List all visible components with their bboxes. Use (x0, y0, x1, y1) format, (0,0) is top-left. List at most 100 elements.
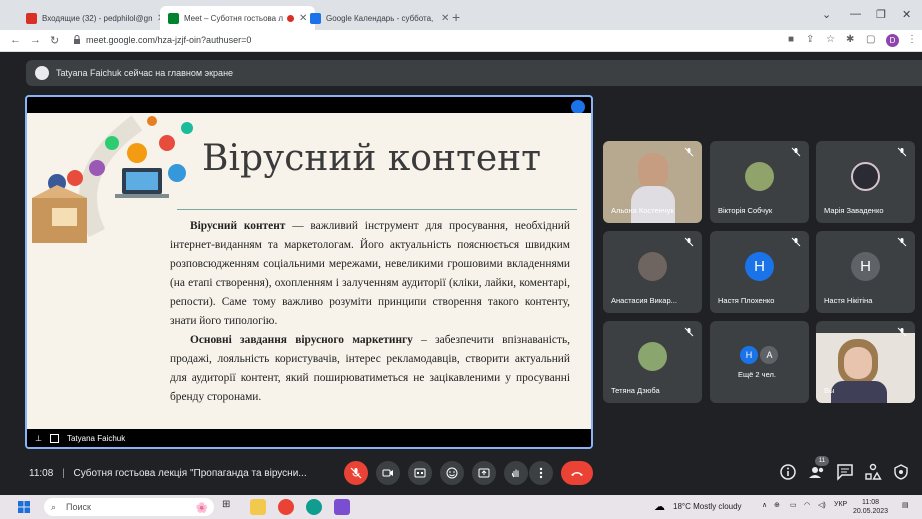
participant-group-tile[interactable]: Н А Ещё 2 чел. (710, 321, 809, 403)
file-explorer-icon[interactable] (250, 499, 266, 515)
mic-off-icon (350, 467, 362, 479)
presentation-stage: Вірусний контент Вірусний контент — важл… (25, 95, 593, 449)
meeting-info: 11:08 | Суботня гостьова лекція "Пропага… (29, 468, 307, 479)
title-divider (177, 209, 577, 210)
more-options-button[interactable] (529, 461, 553, 485)
address-bar: ← → ↻ meet.google.com/hza-jzjf-oin?authu… (0, 30, 922, 52)
participant-avatar: Н (851, 252, 880, 281)
tab-calendar[interactable]: Google Календарь - суббота, 20 ✕ (302, 6, 457, 30)
participant-tile[interactable]: Анастасия Викар... (603, 231, 702, 313)
tray-network-icon[interactable]: ⊕ (774, 501, 780, 509)
present-screen-icon (478, 468, 490, 478)
new-tab-icon[interactable]: + (452, 9, 460, 25)
browser-menu-icon[interactable]: ⋮ (907, 34, 917, 45)
slide-paragraph-1: Вірусний контент — важливий інструмент д… (170, 217, 570, 331)
gmail-icon (26, 12, 37, 24)
participant-tile[interactable]: Альона Костенчук (603, 141, 702, 223)
participant-avatar (745, 162, 774, 191)
extensions-icon[interactable]: ✱ (846, 34, 854, 45)
participant-name: Альона Костенчук (611, 206, 674, 215)
edge-icon[interactable] (306, 499, 322, 515)
presenter-avatar (35, 66, 49, 80)
camera-indicator-icon[interactable]: ■ (788, 34, 794, 45)
taskbar-search[interactable]: ⌕ Поиск 🌸 (44, 498, 214, 516)
back-arrow-icon[interactable]: ← (10, 34, 21, 46)
participant-avatar (638, 252, 667, 281)
participant-tile[interactable]: Марія Заваденко (816, 141, 915, 223)
raise-hand-button[interactable] (504, 461, 528, 485)
participant-avatar (851, 162, 880, 191)
people-icon[interactable] (808, 463, 826, 481)
task-view-icon[interactable]: ⊞ (222, 499, 238, 515)
chat-icon[interactable] (836, 463, 854, 481)
captions-button[interactable] (408, 461, 432, 485)
minimize-icon[interactable]: — (850, 8, 861, 20)
tab-search-chevron-icon[interactable]: ⌄ (822, 8, 831, 21)
camera-button[interactable] (376, 461, 400, 485)
participant-tile[interactable]: Н Настя Нікітіна (816, 231, 915, 313)
host-controls-icon[interactable] (892, 463, 910, 481)
clock-date: 20.05.2023 (853, 508, 889, 515)
participant-tile[interactable]: Н Настя Плохенко (710, 231, 809, 313)
meet-area: Tatyana Faichuk сейчас на главном экране (0, 52, 922, 495)
tray-wifi-icon[interactable]: ◠ (804, 501, 810, 509)
participant-avatar: Н (745, 252, 774, 281)
info-separator: | (62, 468, 65, 479)
slide-title: Вірусний контент (202, 138, 542, 179)
tab-gmail[interactable]: Входящие (32) - pedphilol@gmai ✕ (18, 6, 173, 30)
maximize-icon[interactable]: ❐ (876, 8, 886, 21)
stage-footer: ⊥ Tatyana Faichuk (27, 429, 591, 447)
audio-level-icon (571, 100, 585, 114)
share-icon[interactable]: ⇪ (806, 34, 814, 45)
keyboard-language[interactable]: УКР (834, 501, 847, 508)
mic-button[interactable] (344, 461, 368, 485)
calendar-icon (310, 12, 321, 24)
recording-dot-icon (287, 14, 294, 22)
notifications-icon[interactable]: ▤ (902, 501, 909, 509)
participant-name: Тетяна Дзюба (611, 386, 660, 395)
app-icon[interactable] (334, 499, 350, 515)
reload-icon[interactable]: ↻ (50, 34, 59, 47)
presenting-banner: Tatyana Faichuk сейчас на главном экране (26, 60, 922, 86)
slide-body: Вірусний контент — важливий інструмент д… (170, 217, 570, 407)
bookmark-star-icon[interactable]: ☆ (826, 34, 835, 45)
close-icon[interactable]: ✕ (441, 13, 449, 24)
slide: Вірусний контент Вірусний контент — важл… (27, 113, 591, 433)
mic-off-icon (791, 237, 801, 247)
tray-volume-icon[interactable]: ◁) (818, 501, 826, 509)
camera-icon (382, 469, 393, 477)
weather-text: 18°C Mostly cloudy (673, 502, 742, 511)
taskbar-clock[interactable]: 11:08 20.05.2023 (853, 498, 888, 516)
reactions-button[interactable] (440, 461, 464, 485)
pin-icon[interactable]: ⊥ (35, 434, 42, 443)
slide-p1-bold: Вірусний контент (190, 220, 286, 232)
present-button[interactable] (472, 461, 496, 485)
participant-tile[interactable]: Тетяна Дзюба (603, 321, 702, 403)
participant-avatar (638, 342, 667, 371)
participant-tile[interactable]: Вікторія Собчук (710, 141, 809, 223)
window-close-icon[interactable]: ✕ (902, 8, 911, 21)
chrome-icon[interactable] (278, 499, 294, 515)
leave-call-button[interactable] (561, 461, 593, 485)
meeting-title: Суботня гостьова лекція "Пропаганда та в… (73, 468, 307, 479)
tray-chevron-icon[interactable]: ∧ (762, 501, 767, 509)
profile-avatar[interactable]: D (886, 34, 899, 47)
screen: Входящие (32) - pedphilol@gmai ✕ Meet – … (0, 0, 922, 519)
slide-p1-text: — важливий інструмент для просування, не… (170, 220, 570, 327)
captions-icon (414, 468, 426, 478)
slide-p2-bold: Основні завдання вірусного маркетингу (190, 334, 413, 346)
url-field[interactable]: meet.google.com/hza-jzjf-oin?authuser=0 (86, 35, 251, 45)
self-tile[interactable]: Вы (816, 321, 915, 403)
tray-battery-icon[interactable]: ▭ (790, 501, 797, 509)
presenting-banner-text: Tatyana Faichuk сейчас на главном экране (56, 68, 234, 78)
windows-start-icon[interactable] (18, 501, 30, 513)
mic-off-icon (897, 237, 907, 247)
meeting-details-icon[interactable] (779, 463, 797, 481)
sidebar-icon[interactable]: ▢ (866, 34, 875, 45)
windows-taskbar: ⌕ Поиск 🌸 ⊞ ☁ 18°C Mostly cloudy ∧ ⊕ ▭ ◠… (0, 495, 922, 519)
tab-meet[interactable]: Meet – Суботня гостьова л ✕ (160, 6, 316, 30)
self-video-skin (844, 347, 872, 379)
activities-icon[interactable] (864, 463, 882, 481)
mic-off-icon (684, 327, 694, 337)
forward-arrow-icon[interactable]: → (30, 34, 41, 46)
